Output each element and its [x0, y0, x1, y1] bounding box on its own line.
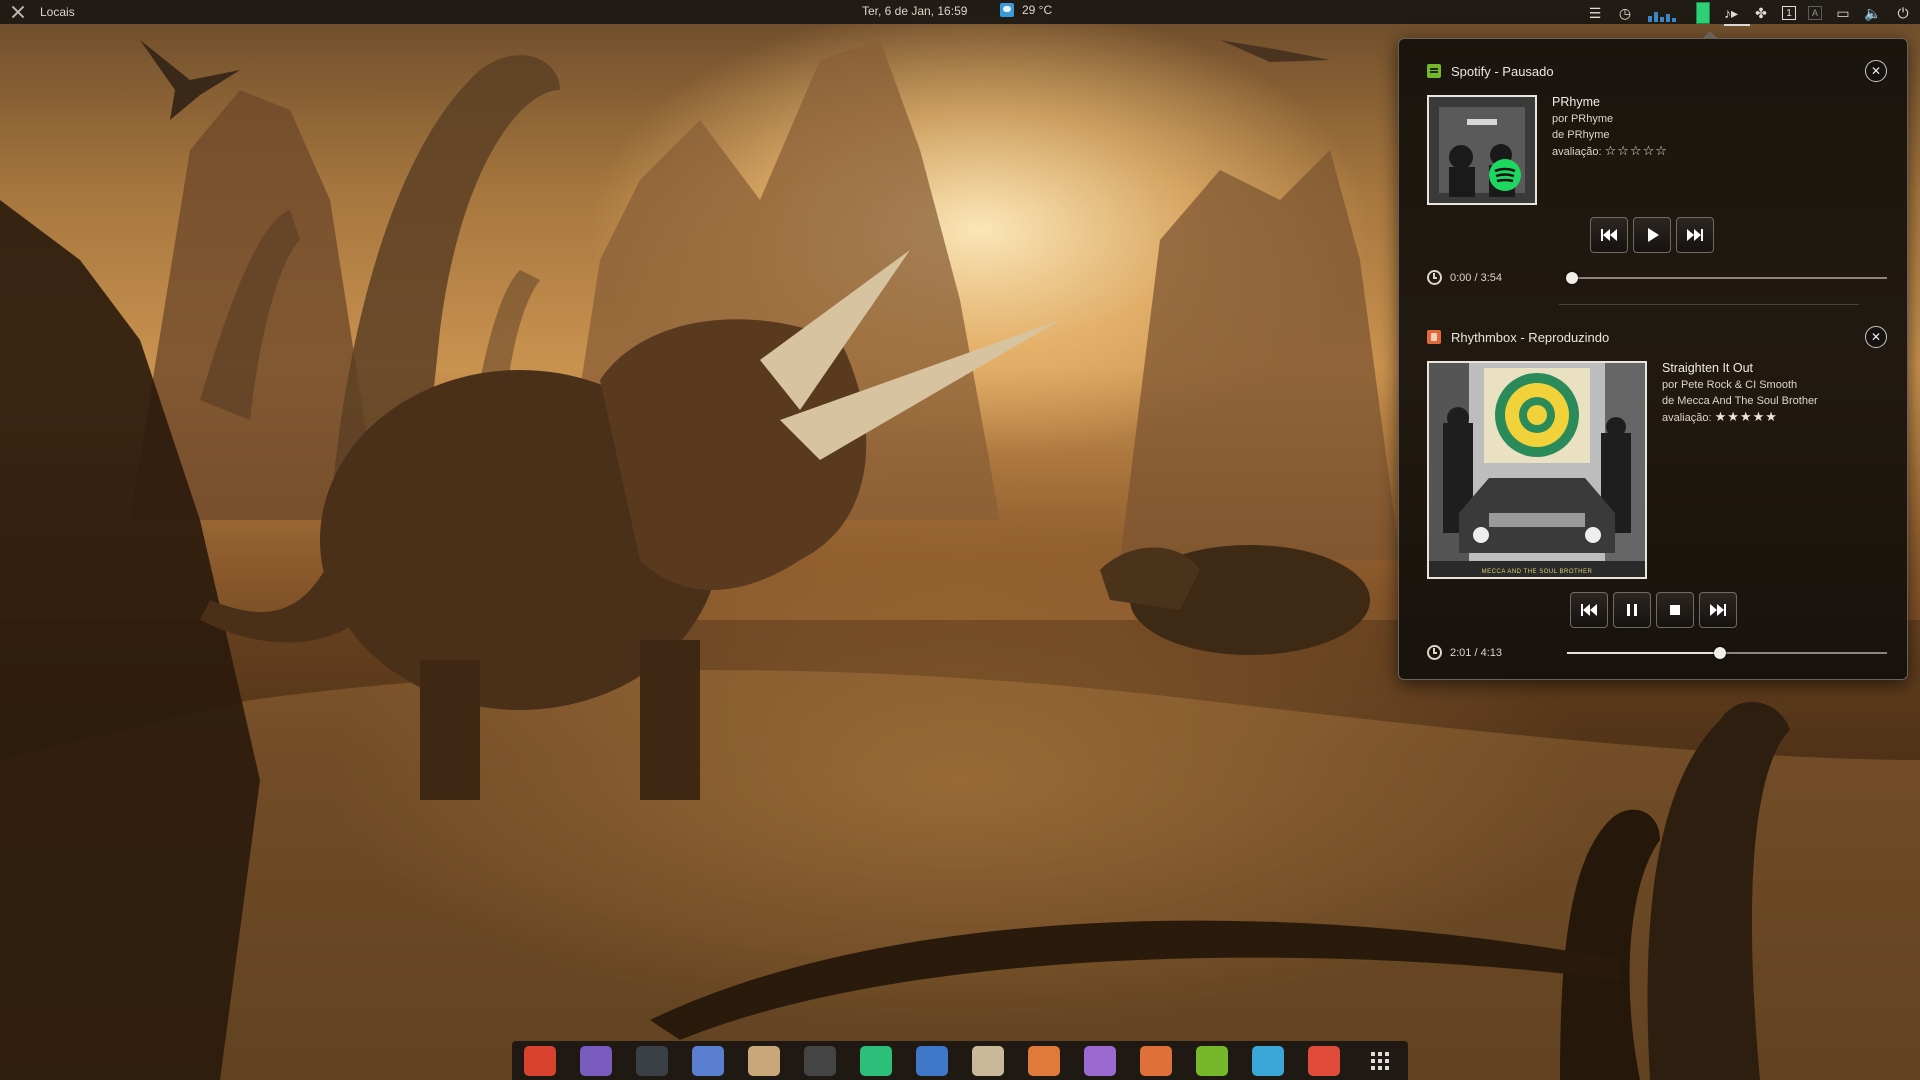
screenshot-icon[interactable]	[804, 1045, 836, 1076]
player-header: Spotify - Pausado	[1427, 61, 1887, 81]
previous-icon	[1601, 229, 1617, 241]
weather-cloud-icon	[1000, 3, 1014, 17]
pause-icon	[1627, 604, 1637, 616]
next-icon	[1687, 229, 1703, 241]
previous-track-button[interactable]	[1570, 592, 1608, 628]
album-cover: MECCA AND THE SOUL BROTHER	[1427, 361, 1647, 579]
network-graph-icon[interactable]	[1646, 4, 1684, 22]
volume-icon[interactable]: 🔈	[1864, 4, 1882, 22]
power-icon[interactable]: ⏻	[1894, 4, 1912, 22]
track-title: Straighten It Out	[1662, 361, 1754, 375]
playback-controls	[1570, 592, 1737, 628]
places-menu[interactable]: Locais	[40, 5, 75, 19]
time-display: 2:01 / 4:13	[1427, 645, 1502, 660]
next-icon	[1710, 604, 1726, 616]
rating-stars[interactable]: ☆☆☆☆☆	[1605, 143, 1668, 159]
window-manager-icon[interactable]	[692, 1045, 724, 1076]
rating-stars[interactable]: ★★★★★	[1715, 409, 1778, 425]
keyboard-layout-icon[interactable]: A	[1808, 6, 1822, 20]
fox-app-icon[interactable]	[1028, 1045, 1060, 1076]
top-panel: Locais Ter, 6 de Jan, 16:59 29 °C ☰ ◷ ♪▸…	[0, 0, 1920, 26]
time-display: 0:00 / 3:54	[1427, 270, 1502, 285]
media-player-popup: Spotify - Pausado ✕ PRhyme por PRhyme de…	[1398, 31, 1908, 680]
date-clock[interactable]: Ter, 6 de Jan, 16:59	[862, 4, 967, 18]
battery-meter-icon[interactable]	[1696, 2, 1710, 24]
chrome-icon[interactable]	[524, 1045, 556, 1076]
xampp-icon[interactable]	[1308, 1045, 1340, 1076]
seek-slider[interactable]	[1566, 272, 1887, 284]
album-cover	[1427, 95, 1537, 205]
close-player-button[interactable]: ✕	[1865, 326, 1887, 348]
next-track-button[interactable]	[1699, 592, 1737, 628]
clock-icon	[1427, 645, 1442, 660]
next-track-button[interactable]	[1676, 217, 1714, 253]
player-status-title: Spotify - Pausado	[1451, 63, 1554, 79]
play-button[interactable]	[1633, 217, 1671, 253]
text-editor-icon[interactable]	[1084, 1045, 1116, 1076]
seek-knob[interactable]	[1566, 272, 1578, 284]
seek-slider[interactable]	[1567, 647, 1887, 659]
system-tray: ☰ ◷ ♪▸ ✤ 1 A ▭ 🔈 ⏻	[1586, 2, 1912, 26]
clock-icon	[1427, 270, 1442, 285]
player-divider	[1559, 304, 1859, 305]
rating-label: avaliação:	[1552, 146, 1602, 158]
files-icon[interactable]	[580, 1045, 612, 1076]
previous-track-button[interactable]	[1590, 217, 1628, 253]
track-metadata: Straighten It Out por Pete Rock & CI Smo…	[1662, 360, 1818, 426]
application-dock	[512, 1041, 1408, 1080]
spotify-icon	[1427, 64, 1441, 78]
chat-icon[interactable]	[860, 1045, 892, 1076]
workspace-1-icon[interactable]: 1	[1782, 6, 1796, 20]
stop-icon	[1670, 605, 1680, 615]
spotify-icon[interactable]	[1196, 1045, 1228, 1076]
rhythmbox-icon	[1427, 330, 1441, 344]
pen-editor-icon[interactable]	[1252, 1045, 1284, 1076]
close-player-button[interactable]: ✕	[1865, 60, 1887, 82]
stop-button[interactable]	[1656, 592, 1694, 628]
pause-button[interactable]	[1613, 592, 1651, 628]
player-header: Rhythmbox - Reproduzindo	[1427, 327, 1887, 347]
track-artist: por PRhyme	[1552, 113, 1614, 125]
weather-indicator[interactable]: 29 °C	[1000, 3, 1052, 17]
display-icon[interactable]: ▭	[1834, 4, 1852, 22]
temperature-label: 29 °C	[1022, 3, 1053, 17]
seek-knob[interactable]	[1713, 647, 1726, 659]
track-metadata: PRhyme por PRhyme de PRhyme avaliação: ☆…	[1552, 94, 1668, 160]
seek-fill	[1567, 652, 1720, 654]
track-album: de PRhyme	[1552, 129, 1610, 141]
track-rating: avaliação: ★★★★★	[1662, 409, 1818, 426]
history-icon[interactable]: ◷	[1616, 4, 1634, 22]
track-rating: avaliação: ☆☆☆☆☆	[1552, 143, 1668, 160]
track-artist: por Pete Rock & CI Smooth	[1662, 379, 1798, 391]
playback-controls	[1590, 217, 1714, 253]
activities-x-icon[interactable]	[10, 4, 26, 20]
track-title: PRhyme	[1552, 95, 1600, 109]
spotify-player: Spotify - Pausado ✕ PRhyme por PRhyme de…	[1427, 60, 1887, 291]
previous-icon	[1581, 604, 1597, 616]
cover-caption: MECCA AND THE SOUL BROTHER	[1481, 569, 1593, 575]
extensions-icon[interactable]: ✤	[1752, 4, 1770, 22]
elapsed-time: 2:01 / 4:13	[1450, 646, 1502, 659]
track-album: de Mecca And The Soul Brother	[1662, 395, 1818, 407]
rhythmbox-player: Rhythmbox - Reproduzindo ✕ MECCA AND THE…	[1427, 326, 1887, 667]
player-status-title: Rhythmbox - Reproduzindo	[1451, 329, 1610, 345]
app-grid-icon[interactable]	[1364, 1046, 1396, 1076]
music-note-icon[interactable]: ♪▸	[1722, 4, 1750, 26]
disk-utility-icon[interactable]	[916, 1045, 948, 1076]
inkscape-icon[interactable]	[972, 1045, 1004, 1076]
rhythmbox-icon[interactable]	[1140, 1045, 1172, 1076]
rating-label: avaliação:	[1662, 412, 1712, 424]
settings-sliders-icon[interactable]: ☰	[1586, 4, 1604, 22]
play-icon	[1648, 228, 1659, 242]
elapsed-time: 0:00 / 3:54	[1450, 271, 1502, 284]
archive-bag-icon[interactable]	[748, 1045, 780, 1076]
terminal-icon[interactable]	[636, 1045, 668, 1076]
